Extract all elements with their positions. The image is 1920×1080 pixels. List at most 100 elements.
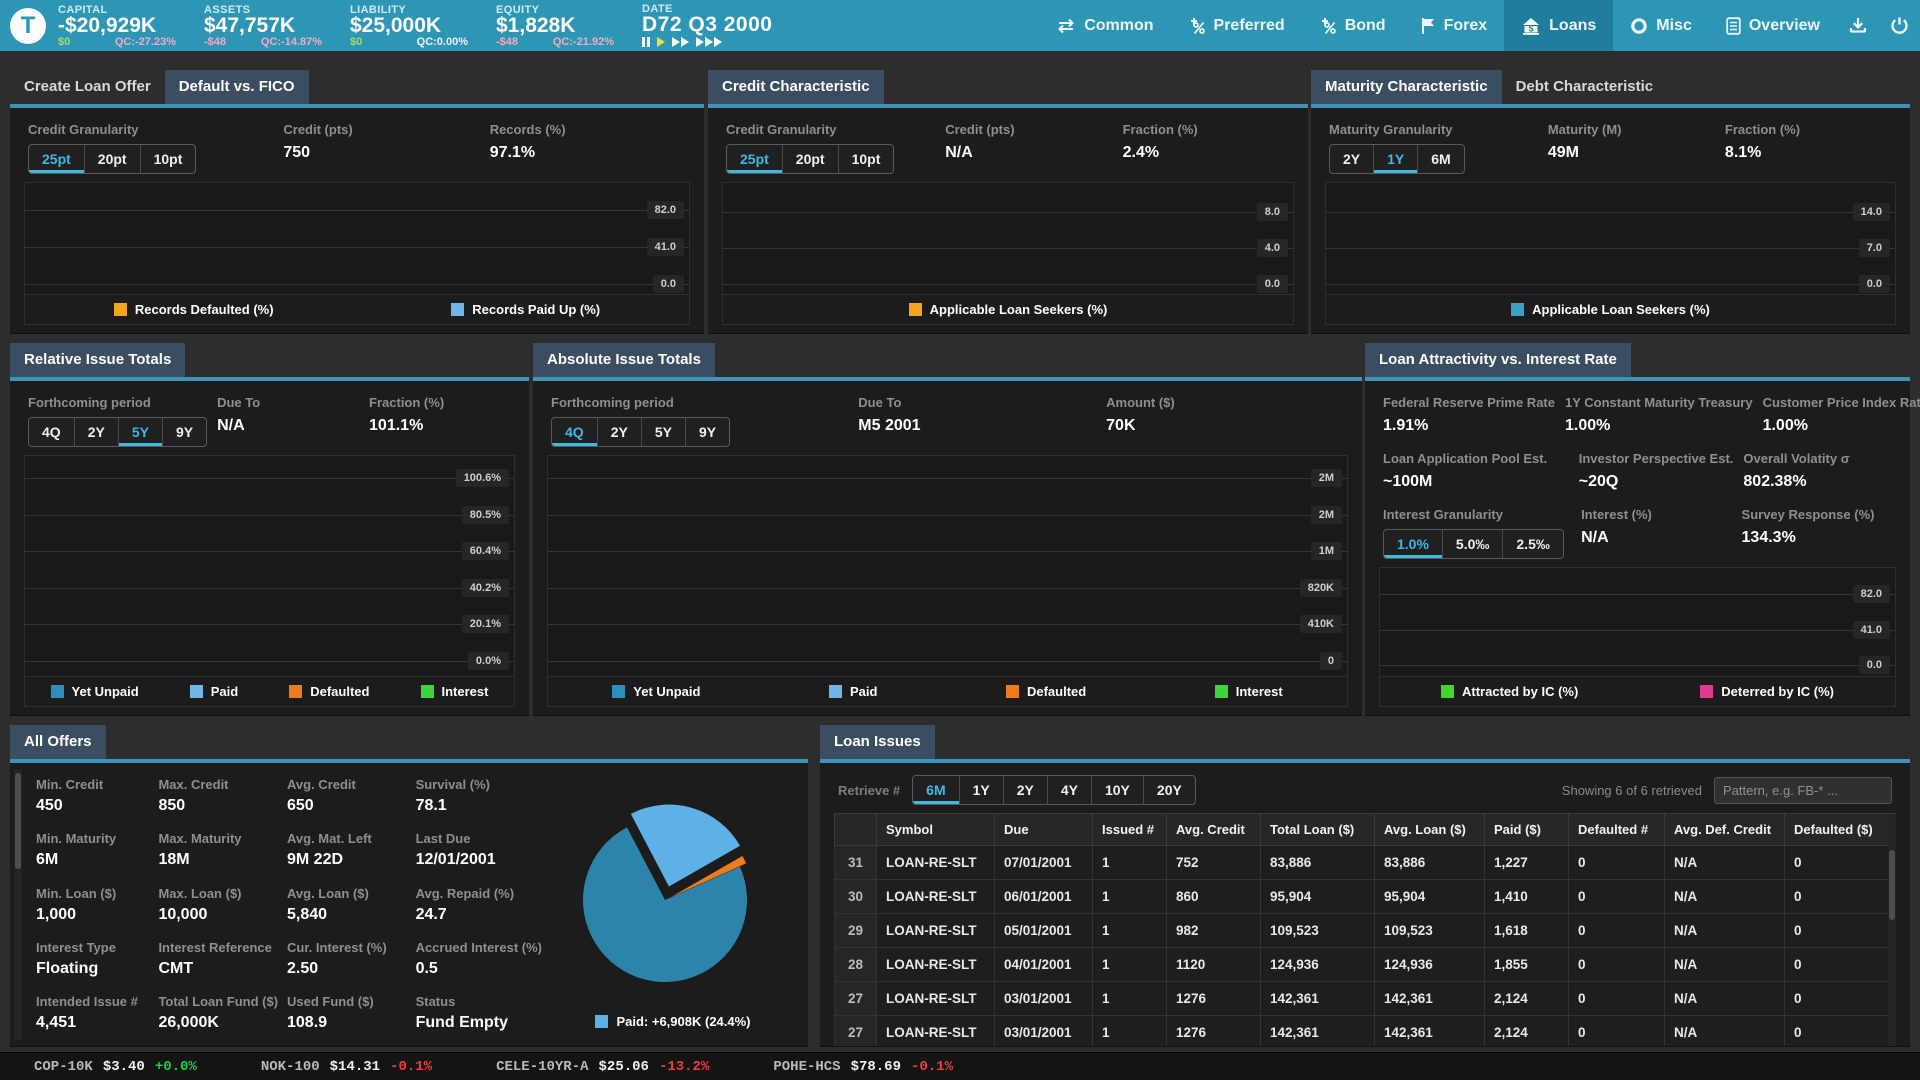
field-row: Forthcoming period4Q2Y5Y9YDue ToN/AFract… <box>24 387 515 455</box>
tab-absolute-issue-totals[interactable]: Absolute Issue Totals <box>533 343 715 377</box>
pause-icon[interactable] <box>642 37 650 47</box>
legend-item: Interest <box>421 684 489 699</box>
tab-loan-issues[interactable]: Loan Issues <box>820 725 935 759</box>
tab-default-vs-fico[interactable]: Default vs. FICO <box>165 70 309 104</box>
option-button[interactable]: 20pt <box>85 145 141 173</box>
nav-item-misc[interactable]: Misc <box>1613 0 1709 51</box>
period-button[interactable]: 2Y <box>1004 776 1048 804</box>
pattern-search-input[interactable] <box>1714 777 1892 804</box>
option-button[interactable]: 2Y <box>75 418 119 446</box>
tab-debt-characteristic[interactable]: Debt Characteristic <box>1502 70 1668 104</box>
tab-loan-attractivity-vs-interest-rate[interactable]: Loan Attractivity vs. Interest Rate <box>1365 343 1631 377</box>
tab-bar: Maturity CharacteristicDebt Characterist… <box>1311 70 1910 104</box>
scrollbar-thumb[interactable] <box>1889 850 1895 920</box>
option-button[interactable]: 1.0% <box>1384 530 1443 558</box>
option-button[interactable]: 5Y <box>119 418 163 446</box>
field-label: Credit (pts) <box>945 122 1112 137</box>
tab-create-loan-offer[interactable]: Create Loan Offer <box>10 70 165 104</box>
tab-bar: Loan Attractivity vs. Interest Rate <box>1365 343 1910 377</box>
offer-stat-cur-interest-: Cur. Interest (%)2.50 <box>287 940 416 978</box>
panel-body: Credit Granularity25pt20pt10ptCredit (pt… <box>10 104 704 334</box>
cell: LOAN-RE-SLT <box>877 1016 995 1047</box>
option-button[interactable]: 25pt <box>29 145 85 173</box>
power-button[interactable] <box>1879 0 1920 51</box>
y-axis-tick: 60.4% <box>462 542 509 560</box>
download-button[interactable] <box>1837 0 1879 51</box>
table-row[interactable]: 27LOAN-RE-SLT03/01/200111276142,361142,3… <box>835 982 1897 1016</box>
fastest-forward-icon[interactable] <box>696 37 722 47</box>
option-button[interactable]: 2.5‰ <box>1503 530 1562 558</box>
period-button[interactable]: 4Y <box>1048 776 1092 804</box>
option-button[interactable]: 4Q <box>552 418 598 446</box>
option-button[interactable]: 5.0‰ <box>1443 530 1503 558</box>
option-button[interactable]: 10pt <box>141 145 196 173</box>
nav-item-forex[interactable]: Forex <box>1403 0 1505 51</box>
cell: 06/01/2001 <box>995 880 1093 914</box>
button-group: 25pt20pt10pt <box>726 144 894 174</box>
field-row: Forthcoming period4Q2Y5Y9YDue ToM5 2001A… <box>547 387 1348 455</box>
table-row[interactable]: 30LOAN-RE-SLT06/01/2001186095,90495,9041… <box>835 880 1897 914</box>
stat-value: 26,000K <box>158 1014 287 1032</box>
cell: N/A <box>1665 948 1785 982</box>
tab-maturity-characteristic[interactable]: Maturity Characteristic <box>1311 70 1502 104</box>
stat-label: Last Due <box>416 831 542 846</box>
option-button[interactable]: 9Y <box>163 418 206 446</box>
option-button[interactable]: 25pt <box>727 145 783 173</box>
tab-all-offers[interactable]: All Offers <box>10 725 106 759</box>
field-row: Maturity Granularity2Y1Y6MMaturity (M)49… <box>1325 114 1896 182</box>
nav-item-preferred[interactable]: Preferred <box>1171 0 1302 51</box>
ticker-price: $3.40 <box>103 1059 145 1075</box>
table-row[interactable]: 31LOAN-RE-SLT07/01/2001175283,88683,8861… <box>835 846 1897 880</box>
nav-item-label: Bond <box>1345 17 1386 35</box>
legend-item: Attracted by IC (%) <box>1441 684 1578 699</box>
offer-stat-survival-: Survival (%)78.1 <box>416 777 542 815</box>
scrollbar-thumb[interactable] <box>15 773 21 869</box>
option-button[interactable]: 6M <box>1418 145 1463 173</box>
tab-relative-issue-totals[interactable]: Relative Issue Totals <box>10 343 185 377</box>
table-row[interactable]: 28LOAN-RE-SLT04/01/200111120124,936124,9… <box>835 948 1897 982</box>
period-button[interactable]: 20Y <box>1144 776 1195 804</box>
nav-item-loans[interactable]: $Loans <box>1504 0 1613 51</box>
option-button[interactable]: 2Y <box>598 418 642 446</box>
y-axis-tick: 82.0 <box>1853 585 1890 603</box>
option-button[interactable]: 5Y <box>642 418 686 446</box>
cell: 1,618 <box>1485 914 1569 948</box>
cell: LOAN-RE-SLT <box>877 948 995 982</box>
legend-swatch <box>421 685 434 698</box>
table-row[interactable]: 27LOAN-RE-SLT03/01/200111276142,361142,3… <box>835 1016 1897 1047</box>
option-button[interactable]: 20pt <box>783 145 839 173</box>
offers-scrollbar[interactable] <box>14 769 22 1040</box>
field-label: Credit (pts) <box>283 122 479 137</box>
field-forthcoming-period: Forthcoming period4Q2Y5Y9Y <box>551 391 848 447</box>
period-button[interactable]: 10Y <box>1092 776 1144 804</box>
cell: 1,410 <box>1485 880 1569 914</box>
option-button[interactable]: 9Y <box>686 418 729 446</box>
stat-sub-change: -$48 <box>496 36 518 48</box>
stat-sub: $0QC:-27.23% <box>58 36 176 48</box>
panel-absolute-issue-totals: Absolute Issue Totals Forthcoming period4… <box>533 343 1362 716</box>
period-button[interactable]: 6M <box>913 776 959 804</box>
play-icon[interactable] <box>657 37 665 47</box>
field-label: Federal Reserve Prime Rate <box>1383 395 1555 410</box>
field-value: 49M <box>1548 144 1715 162</box>
option-button[interactable]: 1Y <box>1374 145 1418 173</box>
header-stat-liability: LIABILITY$25,000K$0QC:0.00% <box>350 4 470 48</box>
nav-item-label: Common <box>1084 17 1153 35</box>
stat-value: 5,840 <box>287 906 416 924</box>
period-button[interactable]: 1Y <box>960 776 1004 804</box>
fast-forward-icon[interactable] <box>672 37 689 47</box>
stat-label: Accrued Interest (%) <box>416 940 542 955</box>
nav-item-overview[interactable]: Overview <box>1709 0 1837 51</box>
field-interest-granularity: Interest Granularity1.0%5.0‰2.5‰ <box>1383 503 1571 559</box>
offer-stat-interest-reference: Interest ReferenceCMT <box>158 940 287 978</box>
option-button[interactable]: 2Y <box>1330 145 1374 173</box>
stat-label: Avg. Repaid (%) <box>416 886 542 901</box>
tab-credit-characteristic[interactable]: Credit Characteristic <box>708 70 884 104</box>
pie-legend: Paid: +6,908K (24.4%) <box>595 1006 750 1036</box>
option-button[interactable]: 4Q <box>29 418 75 446</box>
option-button[interactable]: 10pt <box>839 145 894 173</box>
nav-item-common[interactable]: Common <box>1039 0 1170 51</box>
nav-item-bond[interactable]: Bond <box>1302 0 1403 51</box>
table-row[interactable]: 29LOAN-RE-SLT05/01/20011982109,523109,52… <box>835 914 1897 948</box>
issues-scrollbar[interactable] <box>1888 814 1896 1046</box>
